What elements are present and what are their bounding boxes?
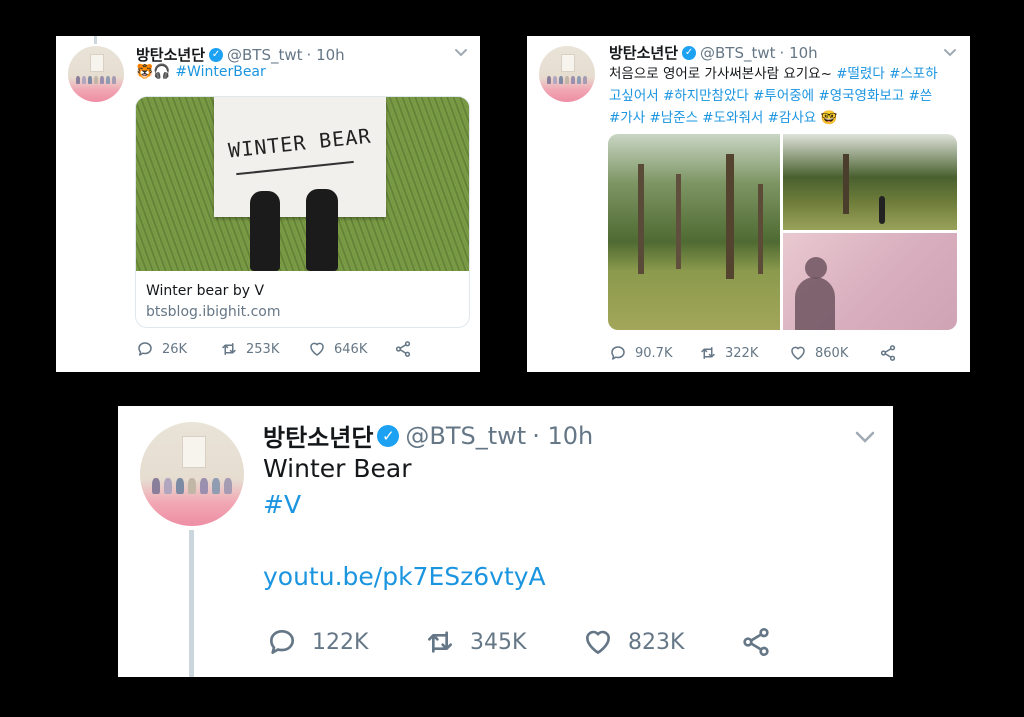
link-card-title: Winter bear by V	[146, 283, 265, 299]
tweet-card-lyrics-photos[interactable]: 방탄소년단 ✓ @BTS_twt · 10h 처음으로 영어로 가사써본사람 요…	[527, 36, 970, 372]
thread-line	[94, 36, 97, 44]
verified-badge-icon: ✓	[209, 47, 224, 62]
tweet-card-winter-bear-video[interactable]: 방탄소년단 ✓ @BTS_twt · 10h Winter Bear #V yo…	[118, 406, 893, 677]
share-button[interactable]	[740, 626, 772, 658]
heart-icon	[791, 346, 805, 360]
verified-badge-icon: ✓	[682, 45, 697, 60]
reply-button[interactable]: 26K	[136, 340, 220, 358]
like-count: 646K	[334, 341, 368, 357]
tweet-title: Winter Bear	[263, 454, 412, 483]
timestamp[interactable]: · 10h	[307, 46, 345, 64]
photo-grid[interactable]	[608, 134, 957, 330]
account-name[interactable]: 방탄소년단	[609, 42, 678, 63]
retweet-button[interactable]: 253K	[220, 340, 308, 358]
avatar[interactable]	[140, 422, 244, 526]
account-handle[interactable]: @BTS_twt	[227, 46, 303, 64]
reply-button[interactable]: 90.7K	[609, 344, 699, 362]
like-button[interactable]: 646K	[308, 340, 394, 358]
hashtag-links[interactable]: 고싶어서 #하지만참았다 #투어중에 #영국영화보고 #쓴	[609, 88, 932, 104]
bear-figure-right	[306, 189, 338, 271]
account-handle[interactable]: @BTS_twt	[700, 44, 776, 62]
reply-count: 90.7K	[635, 345, 673, 361]
retweet-icon	[701, 347, 715, 359]
avatar[interactable]	[539, 46, 595, 102]
like-count: 860K	[815, 345, 849, 361]
reply-icon	[138, 342, 152, 356]
retweet-count: 322K	[725, 345, 759, 361]
hashtag-link[interactable]: #WinterBear	[175, 64, 265, 80]
like-button[interactable]: 823K	[582, 626, 740, 658]
timestamp[interactable]: · 10h	[532, 422, 593, 450]
thread-line	[189, 530, 194, 677]
chevron-down-icon[interactable]	[854, 430, 876, 444]
share-icon	[743, 628, 769, 656]
account-handle[interactable]: @BTS_twt	[405, 422, 526, 450]
hashtag-link[interactable]: #V	[263, 490, 301, 519]
retweet-count: 345K	[470, 629, 527, 655]
emoji-nerd-face: 🤓	[820, 110, 838, 126]
youtube-link[interactable]: youtu.be/pk7ESz6vtyA	[263, 562, 546, 591]
heart-icon	[586, 630, 610, 654]
hashtag-links[interactable]: #가사 #남준스 #도와줘서 #감사요	[609, 110, 816, 126]
sign-text: WINTER BEAR	[227, 123, 373, 163]
like-button[interactable]: 860K	[789, 344, 879, 362]
retweet-icon	[428, 631, 452, 653]
reply-icon	[611, 346, 625, 360]
tweet-card-winter-bear-link[interactable]: 방탄소년단 ✓ @BTS_twt · 10h 🐯🎧 #WinterBear WI…	[56, 36, 480, 372]
share-button[interactable]	[879, 344, 897, 362]
tweet-text: 처음으로 영어로 가사써본사람 요기요~ #떨렸다 #스포하 고싶어서 #하지만…	[609, 63, 938, 129]
timestamp[interactable]: · 10h	[780, 44, 818, 62]
paper-sign: WINTER BEAR	[214, 97, 386, 217]
chevron-down-icon[interactable]	[943, 48, 957, 58]
retweet-count: 253K	[246, 341, 280, 357]
share-button[interactable]	[394, 340, 412, 358]
retweet-button[interactable]: 345K	[424, 626, 582, 658]
reply-button[interactable]: 122K	[266, 626, 424, 658]
account-name[interactable]: 방탄소년단	[263, 418, 373, 453]
account-name[interactable]: 방탄소년단	[136, 44, 205, 65]
link-preview-image: WINTER BEAR	[136, 97, 469, 271]
retweet-icon	[222, 343, 236, 355]
avatar[interactable]	[68, 46, 124, 102]
bear-figure-left	[250, 191, 280, 271]
reply-count: 26K	[162, 341, 188, 357]
share-icon	[880, 345, 896, 361]
like-count: 823K	[628, 629, 685, 655]
link-preview-card[interactable]: WINTER BEAR Winter bear by V btsblog.ibi…	[135, 96, 470, 328]
tweet-text-line1: 처음으로 영어로 가사써본사람 요기요~	[609, 66, 832, 82]
photo-tree-avenue[interactable]	[608, 134, 780, 330]
link-card-domain: btsblog.ibighit.com	[146, 304, 281, 320]
emoji-tiger-headphones: 🐯🎧	[136, 64, 171, 80]
share-icon	[395, 341, 411, 357]
reply-count: 122K	[312, 629, 369, 655]
photo-shadow-selfie[interactable]	[783, 233, 957, 330]
photo-park-person[interactable]	[783, 134, 957, 230]
reply-icon	[270, 630, 294, 654]
hashtag-links[interactable]: #떨렸다 #스포하	[836, 66, 937, 82]
chevron-down-icon[interactable]	[454, 48, 468, 58]
retweet-button[interactable]: 322K	[699, 344, 789, 362]
verified-badge-icon: ✓	[377, 424, 400, 447]
heart-icon	[310, 342, 324, 356]
